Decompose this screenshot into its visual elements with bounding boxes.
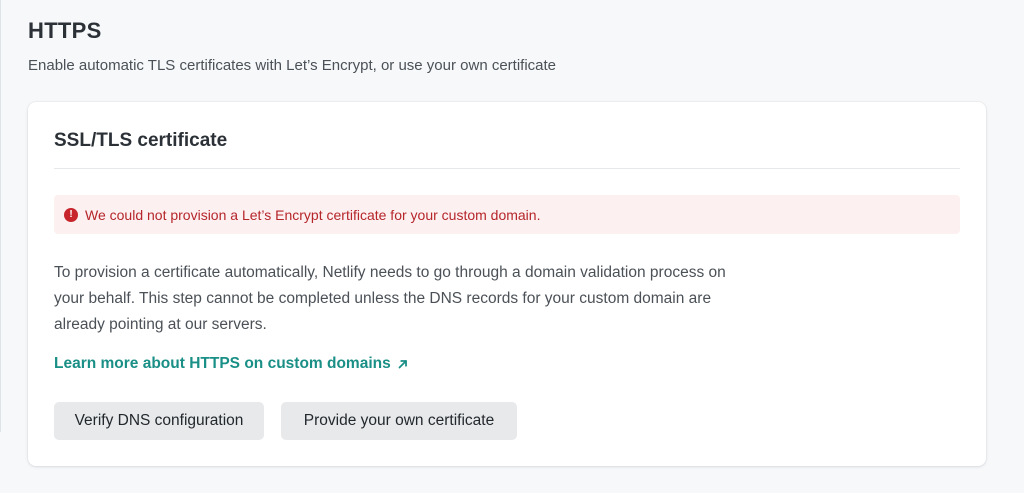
card-divider [54, 168, 960, 169]
card-title: SSL/TLS certificate [54, 130, 228, 151]
exclamation-circle-icon: ! [64, 207, 78, 222]
learn-more-label: Learn more about HTTPS on custom domains [54, 355, 391, 372]
verify-dns-button[interactable]: Verify DNS configuration [54, 402, 264, 440]
learn-more-link[interactable]: Learn more about HTTPS on custom domains [54, 355, 409, 373]
https-settings-page: HTTPS Enable automatic TLS certificates … [0, 0, 1024, 493]
section-title: HTTPS [28, 18, 102, 43]
external-arrow-icon [398, 360, 407, 369]
alert-text: We could not provision a Let’s Encrypt c… [85, 206, 541, 223]
ssl-certificate-card: SSL/TLS certificate ! We could not provi… [28, 102, 986, 466]
provide-certificate-button[interactable]: Provide your own certificate [281, 402, 517, 440]
error-alert: ! We could not provision a Let’s Encrypt… [54, 195, 960, 234]
provisioning-description: To provision a certificate automatically… [54, 264, 726, 333]
section-subtitle: Enable automatic TLS certificates with L… [28, 57, 557, 74]
sidebar-divider [0, 0, 1, 432]
